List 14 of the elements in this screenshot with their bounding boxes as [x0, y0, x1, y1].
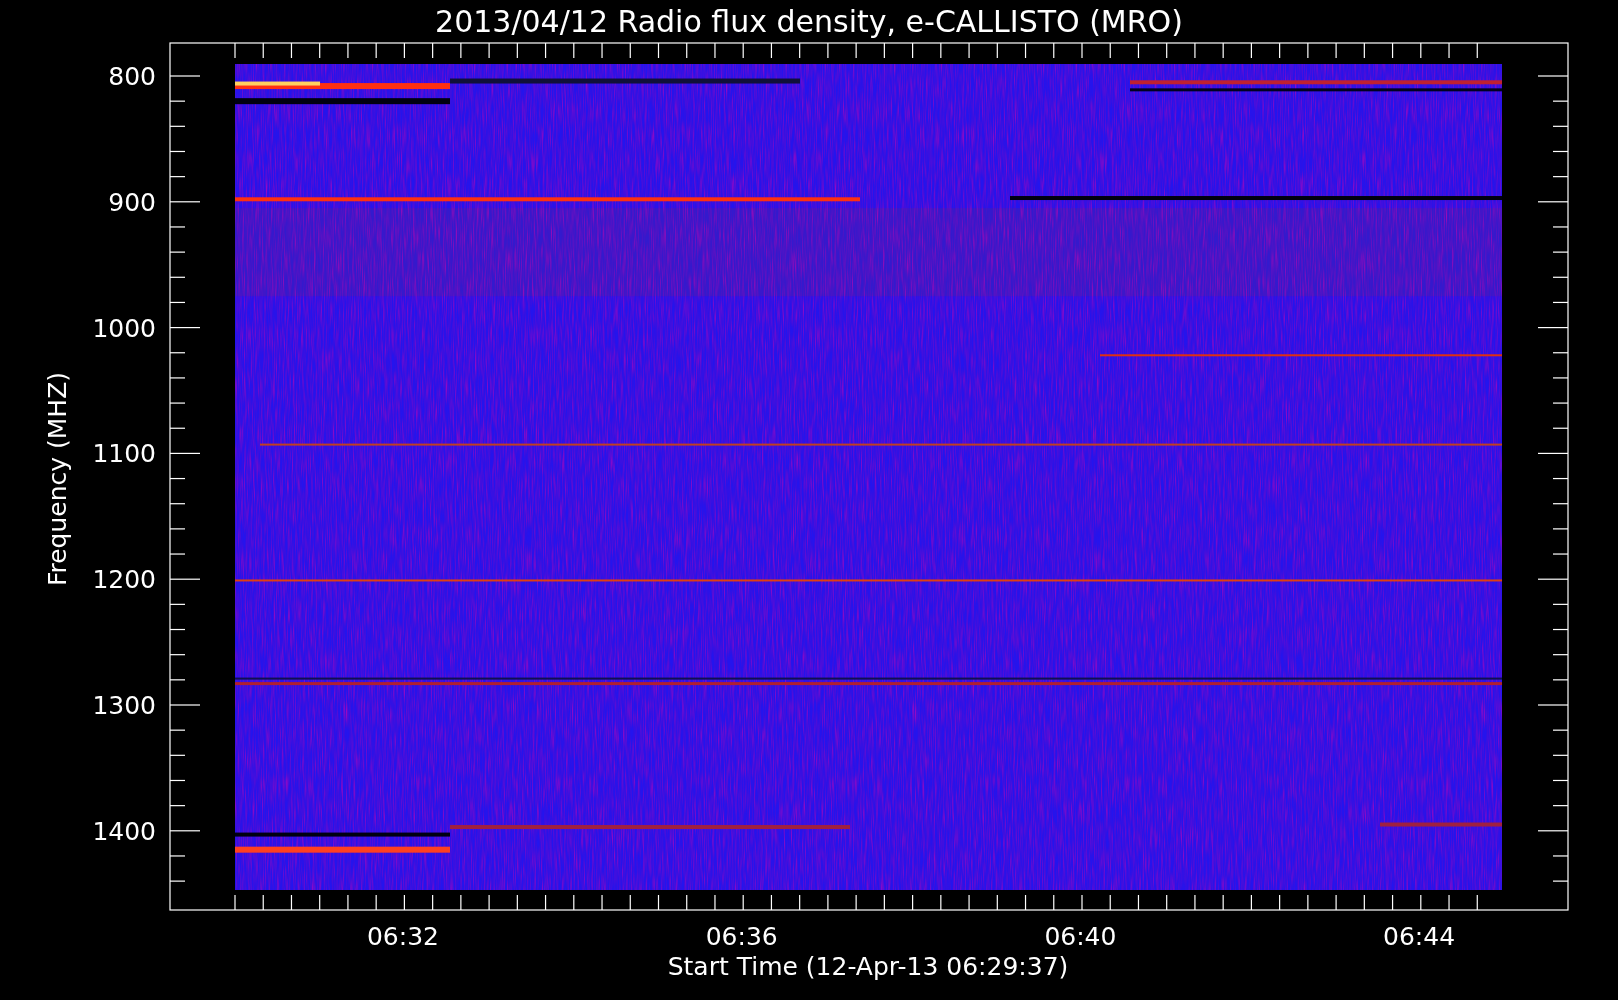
y-tick-label: 1000: [92, 313, 156, 343]
x-tick-label: 06:36: [705, 922, 778, 951]
plot-title: 2013/04/12 Radio flux density, e-CALLISTO (MRO): [435, 4, 1183, 39]
y-axis-label: Frequency (MHZ): [43, 371, 72, 587]
y-tick-label: 800: [108, 62, 156, 91]
y-tick-label: 1200: [92, 565, 156, 595]
y-tick-label: 1100: [92, 439, 156, 469]
x-tick-label: 06:40: [1044, 922, 1117, 951]
x-axis-label: Start Time (12-Apr-13 06:29:37): [667, 952, 1069, 981]
y-tick-label: 1400: [92, 816, 156, 846]
x-tick-label: 06:44: [1383, 922, 1456, 951]
y-tick-label: 1300: [92, 691, 156, 720]
x-tick-label: 06:32: [367, 922, 439, 951]
y-tick-label: 900: [108, 187, 156, 217]
